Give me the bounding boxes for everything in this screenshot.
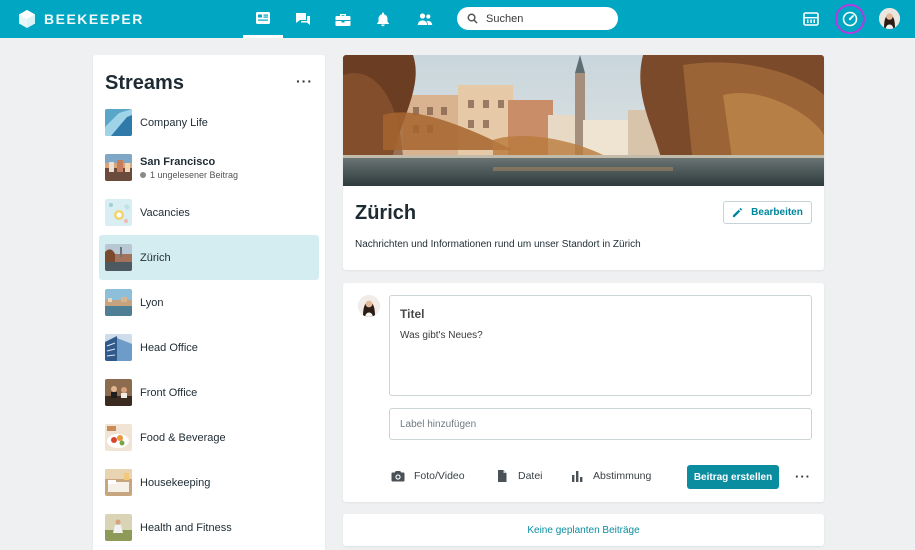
stream-header-card: Zürich Bearbeiten Nachrichten und Inform… xyxy=(343,55,824,270)
hexagon-logo-icon xyxy=(19,10,35,28)
san-francisco-thumbnail xyxy=(105,154,132,181)
stream-label: Health and Fitness xyxy=(140,521,232,534)
head-office-thumbnail xyxy=(105,334,132,361)
speedometer-button[interactable] xyxy=(835,4,865,34)
composer-more-button[interactable]: ··· xyxy=(795,469,811,484)
stream-label: Vacancies xyxy=(140,206,190,219)
search-input[interactable] xyxy=(486,12,606,25)
stream-label: Lyon xyxy=(140,296,164,309)
author-photo-icon xyxy=(358,295,380,317)
lyon-thumbnail xyxy=(105,289,132,316)
edit-label: Bearbeiten xyxy=(751,207,803,218)
dashboard-icon xyxy=(803,12,819,26)
poll-button[interactable]: Abstimmung xyxy=(570,469,651,483)
stream-item-company-life[interactable]: Company Life xyxy=(99,100,319,145)
stream-label: San Francisco xyxy=(140,155,216,168)
stream-banner-image xyxy=(343,55,824,186)
scheduled-posts-link[interactable]: Keine geplanten Beiträge xyxy=(527,525,639,536)
stream-description: Nachrichten und Informationen rund um un… xyxy=(355,239,641,250)
unread-dot-icon xyxy=(140,171,146,178)
beekeeper-logo[interactable]: BEEKEEPER xyxy=(17,9,144,29)
user-avatar[interactable] xyxy=(879,8,900,29)
bell-icon xyxy=(377,12,389,27)
camera-icon xyxy=(391,471,405,482)
stream-item-health-fitness[interactable]: Health and Fitness xyxy=(99,505,319,550)
nav-streams[interactable] xyxy=(243,0,283,38)
apps-icon xyxy=(335,14,351,26)
stream-label: Housekeeping xyxy=(140,476,211,489)
analytics-button[interactable] xyxy=(800,8,822,30)
nav-notifications[interactable] xyxy=(363,0,403,38)
stream-item-head-office[interactable]: Head Office xyxy=(99,325,319,370)
create-post-button[interactable]: Beitrag erstellen xyxy=(687,465,779,489)
stream-label: Company Life xyxy=(140,116,208,129)
user-photo-icon xyxy=(879,8,900,29)
edit-stream-button[interactable]: Bearbeiten xyxy=(723,201,812,224)
post-composer-card: Titel Was gibt's Neues? Foto/Video Datei… xyxy=(343,283,824,502)
top-navigation-bar: BEEKEEPER xyxy=(0,0,915,38)
stream-item-food-beverage[interactable]: Food & Beverage xyxy=(99,415,319,460)
stream-title: Zürich xyxy=(355,202,417,224)
unread-count: 1 ungelesener Beitrag xyxy=(140,170,238,180)
author-avatar xyxy=(358,295,380,317)
post-title-placeholder[interactable]: Titel xyxy=(400,307,424,321)
file-label: Datei xyxy=(518,470,543,482)
zurich-thumbnail xyxy=(105,244,132,271)
streams-icon xyxy=(256,11,270,24)
scheduled-posts-card: Keine geplanten Beiträge xyxy=(343,514,824,546)
stream-label: Food & Beverage xyxy=(140,431,226,444)
vacancies-thumbnail xyxy=(105,199,132,226)
post-body-placeholder[interactable]: Was gibt's Neues? xyxy=(400,330,483,341)
stream-item-san-francisco[interactable]: San Francisco 1 ungelesener Beitrag xyxy=(99,145,319,190)
chat-icon xyxy=(296,13,310,25)
unread-text: 1 ungelesener Beitrag xyxy=(150,169,239,180)
poll-label: Abstimmung xyxy=(593,470,652,482)
stream-item-lyon[interactable]: Lyon xyxy=(99,280,319,325)
front-office-thumbnail xyxy=(105,379,132,406)
add-label-input[interactable] xyxy=(389,408,812,440)
photo-video-button[interactable]: Foto/Video xyxy=(391,469,465,483)
post-text-area[interactable]: Titel Was gibt's Neues? xyxy=(389,295,812,396)
housekeeping-thumbnail xyxy=(105,469,132,496)
stream-label: Zürich xyxy=(140,251,171,264)
company-life-thumbnail xyxy=(105,109,132,136)
streams-sidebar: Streams ··· Company Life San Francisco 1… xyxy=(93,55,325,550)
search-bar[interactable] xyxy=(457,7,618,30)
stream-item-zurich[interactable]: Zürich xyxy=(99,235,319,280)
nav-chats[interactable] xyxy=(283,0,323,38)
nav-apps[interactable] xyxy=(323,0,363,38)
people-icon xyxy=(417,13,433,25)
stream-label: Head Office xyxy=(140,341,198,354)
nav-people[interactable] xyxy=(405,0,445,38)
sidebar-title: Streams xyxy=(105,72,184,94)
stream-item-vacancies[interactable]: Vacancies xyxy=(99,190,319,235)
file-icon xyxy=(498,470,507,482)
file-button[interactable]: Datei xyxy=(495,469,543,483)
photo-video-label: Foto/Video xyxy=(414,470,465,482)
stream-label: Front Office xyxy=(140,386,198,399)
health-fitness-thumbnail xyxy=(105,514,132,541)
stream-item-housekeeping[interactable]: Housekeeping xyxy=(99,460,319,505)
poll-chart-icon xyxy=(572,471,583,482)
pencil-icon xyxy=(733,208,743,218)
speedometer-icon xyxy=(842,11,858,27)
stream-item-front-office[interactable]: Front Office xyxy=(99,370,319,415)
food-beverage-thumbnail xyxy=(105,424,132,451)
app-name: BEEKEEPER xyxy=(44,11,144,27)
sidebar-more-button[interactable]: ··· xyxy=(296,73,313,89)
search-icon xyxy=(467,13,478,24)
